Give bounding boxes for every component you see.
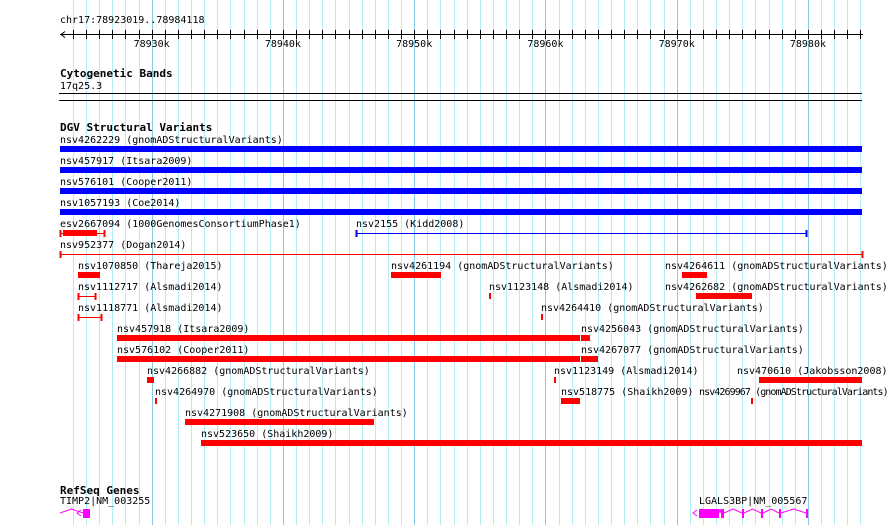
exon-block[interactable] xyxy=(806,509,808,518)
exon-block[interactable] xyxy=(761,509,763,518)
intron-line xyxy=(743,508,762,514)
strand-arrow-icon xyxy=(692,509,698,517)
intron-line xyxy=(762,508,780,514)
exon-block[interactable] xyxy=(699,509,719,518)
exon-block[interactable] xyxy=(83,509,90,518)
intron-line xyxy=(780,508,807,514)
exon-block[interactable] xyxy=(742,509,744,518)
gene-model[interactable] xyxy=(59,508,90,518)
gene-model[interactable] xyxy=(692,508,808,518)
intron-line xyxy=(723,508,743,514)
exon-block[interactable] xyxy=(779,509,781,518)
gene-label[interactable]: TIMP2|NM_003255 xyxy=(60,496,150,507)
exon-block[interactable] xyxy=(721,509,724,518)
gene-label[interactable]: LGALS3BP|NM_005567 xyxy=(699,496,807,507)
intron-line xyxy=(718,508,722,514)
